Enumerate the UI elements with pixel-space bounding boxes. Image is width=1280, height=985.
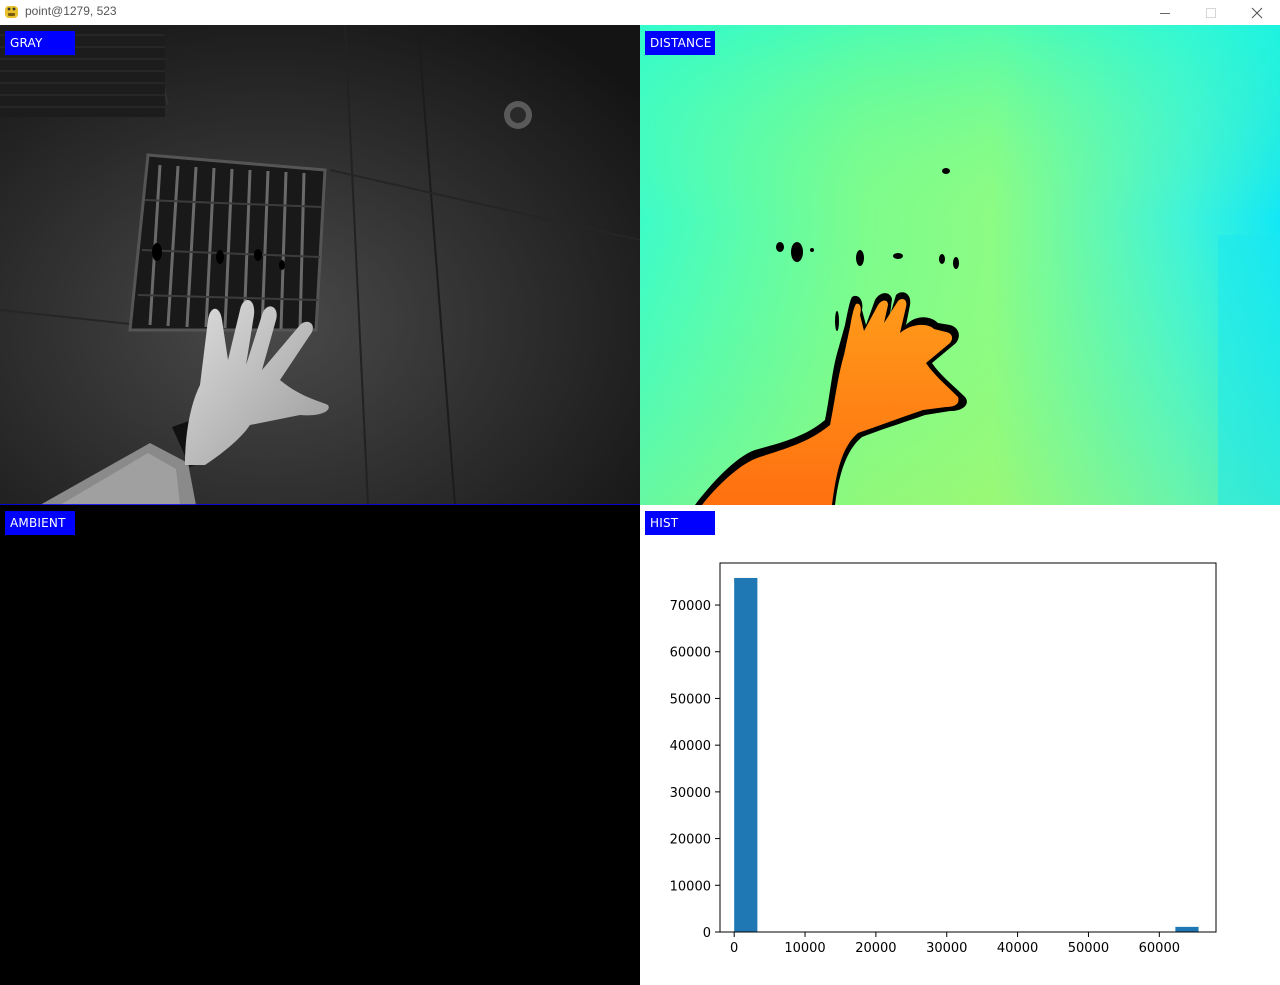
gray-label: GRAY bbox=[5, 31, 75, 55]
distance-label: DISTANCE bbox=[645, 31, 715, 55]
y-tick-label: 30000 bbox=[670, 786, 711, 801]
histogram-chart: 0 10000 20000 30000 40000 50000 60000 0 10000 200… bbox=[670, 562, 1217, 956]
plot-area bbox=[720, 563, 1216, 932]
minimize-icon bbox=[1159, 7, 1171, 19]
y-tick-label: 70000 bbox=[670, 599, 711, 614]
x-tick-label: 10000 bbox=[784, 941, 825, 956]
window-title: point@1279, 523 bbox=[25, 4, 117, 18]
hist-panel: HIST 0 10000 20000 30000 40000 50000 60000 0 100… bbox=[640, 505, 1280, 985]
close-icon bbox=[1251, 7, 1263, 19]
ambient-panel: AMBIENT bbox=[0, 505, 640, 985]
close-button[interactable] bbox=[1234, 0, 1280, 25]
y-tick-label: 20000 bbox=[670, 833, 711, 848]
x-tick-label: 0 bbox=[730, 941, 738, 956]
minimize-button[interactable] bbox=[1142, 0, 1188, 25]
hist-label: HIST bbox=[645, 511, 715, 535]
y-tick-label: 50000 bbox=[670, 692, 711, 707]
distance-depth-image bbox=[640, 25, 1280, 505]
y-tick-label: 40000 bbox=[670, 739, 711, 754]
title-bar: point@1279, 523 bbox=[0, 0, 1280, 25]
gray-panel: GRAY bbox=[0, 25, 640, 505]
maximize-button[interactable] bbox=[1188, 0, 1234, 25]
maximize-icon bbox=[1205, 7, 1217, 19]
x-tick-label: 60000 bbox=[1139, 941, 1180, 956]
ambient-label: AMBIENT bbox=[5, 511, 75, 535]
y-tick-label: 0 bbox=[703, 926, 711, 941]
y-tick-label: 60000 bbox=[670, 646, 711, 661]
x-tick-label: 40000 bbox=[997, 941, 1038, 956]
x-tick-label: 50000 bbox=[1068, 941, 1109, 956]
gray-camera-image bbox=[0, 25, 640, 505]
distance-panel: DISTANCE bbox=[640, 25, 1280, 505]
x-tick-label: 20000 bbox=[855, 941, 896, 956]
y-tick-label: 10000 bbox=[670, 879, 711, 894]
histogram-bar bbox=[734, 577, 758, 932]
histogram-bar bbox=[1175, 926, 1199, 932]
x-tick-label: 30000 bbox=[926, 941, 967, 956]
python-snake-icon bbox=[4, 4, 19, 20]
